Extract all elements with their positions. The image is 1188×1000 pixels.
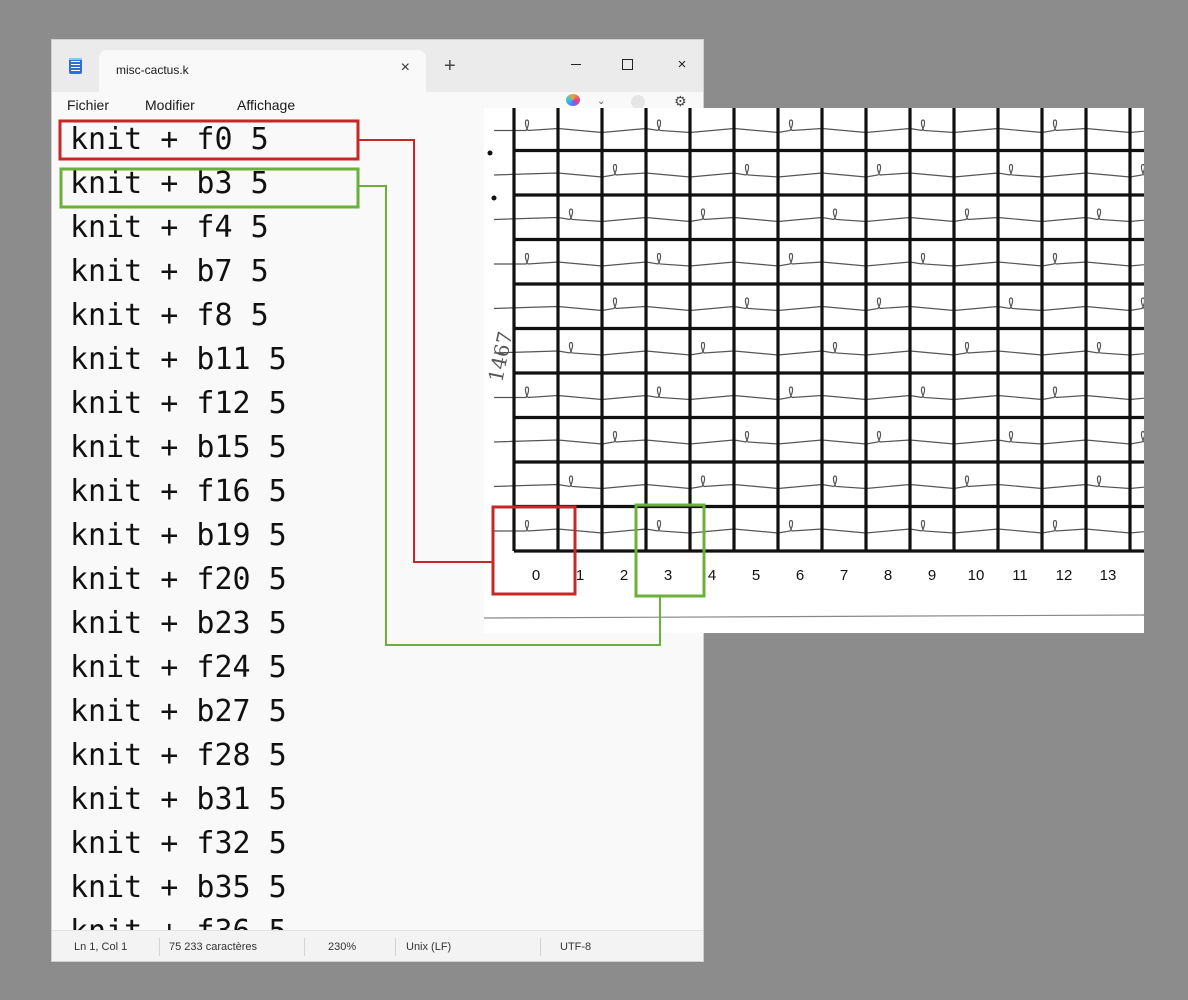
yarn-row xyxy=(493,341,1144,356)
column-label: 9 xyxy=(928,567,936,584)
code-line: knit + b35 5 xyxy=(70,870,287,905)
code-line: knit + b3 5 xyxy=(70,166,269,201)
column-label: 12 xyxy=(1056,567,1073,584)
character-count: 75 233 caractères xyxy=(169,941,258,953)
status-divider xyxy=(540,938,541,956)
column-label: 13 xyxy=(1100,567,1117,584)
column-label: 7 xyxy=(840,567,848,584)
status-divider xyxy=(395,938,396,956)
column-label: 5 xyxy=(752,567,760,584)
code-line: knit + f28 5 xyxy=(70,738,287,773)
code-line: knit + b7 5 xyxy=(70,254,269,289)
scan-baseline xyxy=(484,614,1144,619)
code-line: knit + f0 5 xyxy=(70,122,269,157)
code-line: knit + f12 5 xyxy=(70,386,287,421)
code-line: knit + f8 5 xyxy=(70,298,269,333)
column-label: 0 xyxy=(532,567,540,584)
cursor-position: Ln 1, Col 1 xyxy=(74,941,128,953)
new-tab-button[interactable]: + xyxy=(444,56,456,76)
zoom-level[interactable]: 230% xyxy=(328,941,356,953)
knitting-chart-grid: 0 1 2 3 4 5 6 7 8 9 10 11 12 131467 xyxy=(484,108,1144,619)
yarn-loops xyxy=(493,119,1144,534)
column-label: 3 xyxy=(664,567,672,584)
encoding[interactable]: UTF-8 xyxy=(560,941,591,953)
code-line: knit + f16 5 xyxy=(70,474,287,509)
code-line: knit + b15 5 xyxy=(70,430,287,465)
menu-view[interactable]: Affichage xyxy=(237,97,295,113)
status-bar: Ln 1, Col 1 75 233 caractères 230% Unix … xyxy=(52,930,703,961)
code-line: knit + f36 5 xyxy=(70,910,287,930)
menu-file[interactable]: Fichier xyxy=(67,97,109,113)
menu-edit[interactable]: Modifier xyxy=(145,97,195,113)
column-label: 4 xyxy=(708,567,716,584)
column-label: 8 xyxy=(884,567,892,584)
minimize-button[interactable] xyxy=(556,48,596,80)
yarn-row xyxy=(493,208,1144,223)
line-ending[interactable]: Unix (LF) xyxy=(406,941,451,953)
code-line: knit + f20 5 xyxy=(70,562,287,597)
column-label: 6 xyxy=(796,567,804,584)
yarn-row xyxy=(493,297,1144,312)
status-divider xyxy=(304,938,305,956)
minimize-icon xyxy=(571,63,581,65)
code-line: knit + b11 5 xyxy=(70,342,287,377)
column-label: 1 xyxy=(576,567,584,584)
code-line: knit + b27 5 xyxy=(70,694,287,729)
column-label: 2 xyxy=(620,567,628,584)
yarn-row xyxy=(494,252,1144,267)
maximize-icon xyxy=(621,58,633,70)
account-icon[interactable] xyxy=(631,95,645,109)
ink-dot xyxy=(487,150,493,156)
title-bar: misc-cactus.k × + × xyxy=(52,40,703,92)
yarn-row xyxy=(494,119,1144,134)
close-window-button[interactable]: × xyxy=(662,48,702,80)
status-divider xyxy=(159,938,160,956)
copilot-icon[interactable] xyxy=(566,94,580,106)
chevron-down-icon[interactable]: ⌄ xyxy=(597,96,605,107)
code-line: knit + f24 5 xyxy=(70,650,287,685)
tab-title: misc-cactus.k xyxy=(116,63,189,77)
yarn-row xyxy=(494,386,1144,401)
tab-misc-cactus[interactable]: misc-cactus.k × xyxy=(99,50,426,92)
scanned-knitting-chart: 0 1 2 3 4 5 6 7 8 9 10 11 12 13 1467 xyxy=(484,108,1144,633)
yarn-row xyxy=(493,163,1144,178)
yarn-row xyxy=(493,430,1144,445)
tab-close-icon[interactable]: × xyxy=(401,59,410,77)
code-line: knit + f4 5 xyxy=(70,210,269,245)
yarn-row xyxy=(494,519,1144,534)
chart-gridlines xyxy=(512,108,1144,553)
code-line: knit + f32 5 xyxy=(70,826,287,861)
notepad-app-icon xyxy=(69,58,82,74)
ink-dot xyxy=(491,195,497,201)
code-line: knit + b31 5 xyxy=(70,782,287,817)
maximize-button[interactable] xyxy=(607,48,647,80)
code-line: knit + b23 5 xyxy=(70,606,287,641)
code-line: knit + b19 5 xyxy=(70,518,287,553)
yarn-row xyxy=(493,475,1144,490)
column-label: 10 xyxy=(968,567,985,584)
column-label: 11 xyxy=(1012,567,1028,584)
